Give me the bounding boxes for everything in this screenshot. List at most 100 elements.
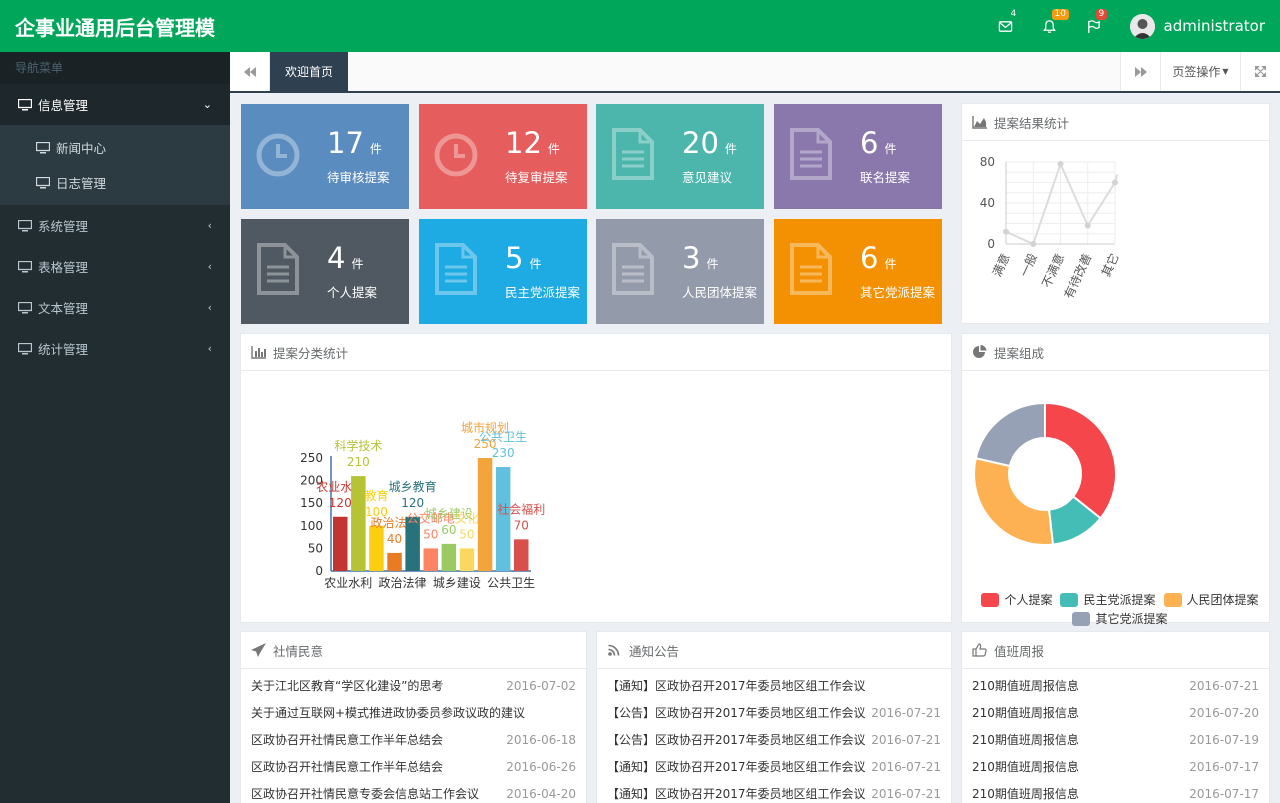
legend-item[interactable]: 个人提案 — [981, 591, 1052, 608]
list-item[interactable]: 区政协召开社情民意专委会信息站工作会议 2016-04-20 — [241, 780, 586, 803]
x-tick-label: 政治法律 — [379, 576, 427, 590]
tab-scroll-left-button[interactable] — [230, 52, 270, 91]
bar-category-label: 社会福利 — [497, 501, 545, 516]
list-item-title: 210期值班周报信息 — [972, 706, 1079, 720]
list-item[interactable]: 【公告】区政协召开2017年委员地区组工作会议 2016-07-21 — [597, 699, 951, 726]
data-point[interactable] — [1057, 161, 1064, 168]
list-item[interactable]: 【通知】区政协召开2017年委员地区组工作会议 2016-07-21 — [597, 753, 951, 780]
data-point[interactable] — [1084, 222, 1091, 229]
donut-slice[interactable] — [1044, 401, 1117, 520]
x-tick-label: 农业水利 — [324, 576, 372, 590]
notice-panel: 通知公告 【通知】区政协召开2017年委员地区组工作会议 【公告】区政协召开201… — [596, 631, 952, 803]
result-line-chart: 80400满意 一般 不满意有待改善 其它 — [980, 155, 1122, 301]
list-item[interactable]: 210期值班周报信息 2016-07-17 — [962, 780, 1269, 803]
legend-item[interactable]: 民主党派提案 — [1060, 591, 1156, 608]
donut-slice[interactable] — [973, 457, 1055, 546]
list-item-title: 【公告】区政协召开2017年委员地区组工作会议 — [607, 733, 866, 747]
bar-category-label: 科学技术 — [334, 438, 382, 453]
list-item[interactable]: 210期值班周报信息 2016-07-20 — [962, 699, 1269, 726]
bar[interactable] — [351, 476, 366, 571]
legend-swatch — [1163, 592, 1182, 607]
panel-header: 值班周报 — [962, 632, 1269, 669]
file-text-icon — [257, 243, 299, 295]
stat-box[interactable]: 3 件人民团体提案 — [596, 219, 764, 324]
stat-unit: 件 — [884, 257, 897, 271]
list-item[interactable]: 区政协召开社情民意工作半年总结会 2016-06-18 — [241, 726, 586, 753]
panel-header: 提案组成 — [962, 334, 1269, 371]
tab-home[interactable]: 欢迎首页 — [270, 52, 349, 91]
sidebar-item-logs[interactable]: 日志管理 — [0, 165, 230, 200]
file-text-icon — [790, 128, 832, 180]
desktop-icon — [18, 98, 32, 111]
legend-label: 个人提案 — [1004, 593, 1053, 607]
stat-label: 人民团体提案 — [682, 285, 758, 300]
list-item-title: 210期值班周报信息 — [972, 733, 1079, 747]
stat-box[interactable]: 4 件个人提案 — [241, 219, 409, 324]
bar[interactable] — [387, 552, 402, 571]
stat-value: 17 件 — [327, 126, 382, 160]
bar[interactable] — [459, 548, 475, 571]
list-item[interactable]: 【通知】区政协召开2017年委员地区组工作会议 — [597, 672, 951, 699]
bar[interactable] — [441, 543, 457, 571]
sidebar-item-label: 系统管理 — [38, 219, 89, 234]
stat-box[interactable]: 20 件意见建议 — [596, 104, 764, 209]
stat-box[interactable]: 5 件民主党派提案 — [419, 219, 587, 324]
bar[interactable] — [423, 548, 439, 571]
list-item-date: 2016-07-17 — [1189, 759, 1259, 774]
list-item-date: 2016-04-20 — [506, 786, 576, 801]
category-stats-panel: 提案分类统计 250 200 150 100 50 0 农业水利 120 科学技术 210 教育 10… — [240, 333, 952, 623]
tasks-button[interactable]: 9 — [1072, 0, 1116, 52]
bar[interactable] — [369, 525, 384, 571]
stat-box[interactable]: 12 件待复审提案 — [419, 104, 587, 209]
panel-title: 值班周报 — [994, 643, 1045, 659]
bar-chart-icon — [251, 345, 267, 359]
avatar — [1129, 13, 1155, 39]
bar-category-label: 城乡教育 — [389, 479, 437, 494]
list-item-title: 【公告】区政协召开2017年委员地区组工作会议 — [607, 706, 866, 720]
envelope-icon — [998, 20, 1013, 32]
bar[interactable] — [495, 467, 511, 571]
bar[interactable] — [514, 539, 529, 571]
bar[interactable] — [333, 516, 348, 571]
chevron-down-icon: ⌄ — [202, 98, 212, 111]
legend-item[interactable]: 人民团体提案 — [1163, 591, 1259, 608]
tab-scroll-right-button[interactable] — [1120, 52, 1160, 91]
pie-chart-icon — [972, 345, 988, 359]
notifications-button[interactable]: 10 — [1028, 0, 1072, 52]
fullscreen-button[interactable] — [1240, 52, 1280, 91]
list-item[interactable]: 【公告】区政协召开2017年委员地区组工作会议 2016-07-21 — [597, 726, 951, 753]
stat-box[interactable]: 6 件联名提案 — [774, 104, 942, 209]
data-point[interactable] — [1003, 228, 1009, 235]
list-item[interactable]: 210期值班周报信息 2016-07-19 — [962, 726, 1269, 753]
list-item[interactable]: 区政协召开社情民意工作半年总结会 2016-06-26 — [241, 753, 586, 780]
tab-ops-dropdown[interactable]: 页签操作 ▼ — [1160, 52, 1240, 91]
sidebar-item-info[interactable]: 信息管理 ⌄ — [0, 84, 230, 125]
list-item[interactable]: 关于江北区教育“学区化建设”的思考 2016-07-02 — [241, 672, 586, 699]
sidebar-item-text[interactable]: 文本管理 ‹ — [0, 287, 230, 328]
list-item[interactable]: 关于通过互联网+模式推进政协委员参政议政的建议 — [241, 699, 586, 726]
user-menu[interactable]: administrator — [1129, 13, 1265, 39]
chart-legend: 个人提案 民主党派提案 人民团体提案其它党派提案 — [972, 591, 1268, 629]
list-item-date: 2016-06-26 — [506, 759, 576, 774]
x-tick-label: 满意 — [989, 251, 1013, 279]
data-point[interactable] — [1112, 179, 1118, 186]
sidebar-item-system[interactable]: 系统管理 ‹ — [0, 205, 230, 246]
sidebar-item-tables[interactable]: 表格管理 ‹ — [0, 246, 230, 287]
bar-value-label: 210 — [347, 455, 370, 469]
mail-button[interactable]: 4 — [984, 0, 1028, 52]
stat-box[interactable]: 17 件待审核提案 — [241, 104, 409, 209]
sidebar-item-stats[interactable]: 统计管理 ‹ — [0, 328, 230, 369]
tab-bar: 欢迎首页 页签操作 ▼ — [230, 52, 1280, 93]
stat-box[interactable]: 6 件其它党派提案 — [774, 219, 942, 324]
y-tick-label: 250 — [300, 451, 323, 465]
list-item[interactable]: 210期值班周报信息 2016-07-21 — [962, 672, 1269, 699]
donut-slice[interactable] — [974, 401, 1046, 468]
list-item[interactable]: 210期值班周报信息 2016-07-17 — [962, 753, 1269, 780]
legend-item[interactable]: 其它党派提案 — [1072, 610, 1168, 627]
data-point[interactable] — [1030, 241, 1037, 247]
sidebar-item-news[interactable]: 新闻中心 — [0, 130, 230, 165]
x-tick-label: 公共卫生 — [487, 576, 535, 590]
list-item[interactable]: 【通知】区政协召开2017年委员地区组工作会议 2016-07-21 — [597, 780, 951, 803]
panel-title: 提案组成 — [994, 345, 1045, 361]
bar[interactable] — [477, 458, 493, 571]
